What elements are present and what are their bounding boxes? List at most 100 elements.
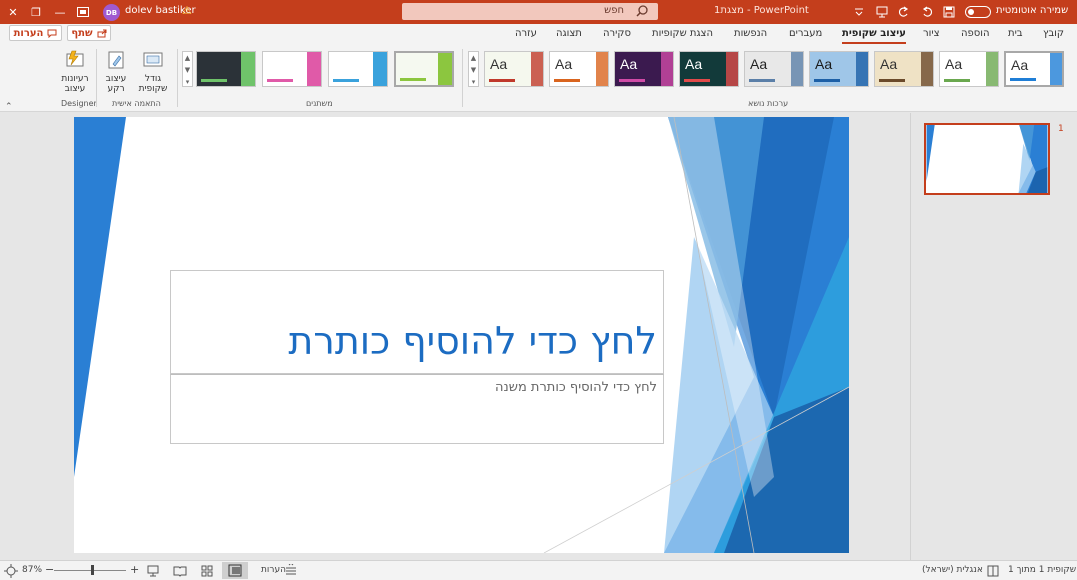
theme-accent-shape xyxy=(596,52,608,86)
theme-green-red[interactable]: Aa xyxy=(484,51,544,87)
design-ideas-button[interactable]: רעיונות עיצוב xyxy=(57,49,93,95)
tab-slideshow[interactable]: הצגת שקופיות xyxy=(652,28,713,39)
customize-icon[interactable] xyxy=(850,3,868,21)
themes-scroll[interactable]: ▲ ▼ ▾ xyxy=(468,51,479,87)
scroll-up-icon[interactable]: ▲ xyxy=(183,52,192,64)
variant-accent-shape xyxy=(241,52,255,86)
format-background-button[interactable]: עיצוב רקע xyxy=(100,49,132,95)
theme-preview-text: Aa xyxy=(750,56,768,72)
tab-view[interactable]: תצוגה xyxy=(556,28,582,39)
notes-button-label[interactable]: הערות xyxy=(261,565,286,575)
fit-to-window-icon[interactable] xyxy=(4,564,18,578)
zoom-slider[interactable] xyxy=(54,570,126,571)
scroll-up-icon[interactable]: ▲ xyxy=(469,52,478,64)
slide-canvas[interactable]: לחץ כדי להוסיף כותרת לחץ כדי להוסיף כותר… xyxy=(74,117,849,553)
theme-facet-white[interactable]: Aa xyxy=(939,51,999,87)
variant-pink[interactable] xyxy=(262,51,322,87)
undo-icon[interactable] xyxy=(919,3,937,21)
comments-button[interactable]: הערות xyxy=(9,25,62,41)
group-separator xyxy=(177,49,178,107)
theme-accent-bar xyxy=(619,79,645,82)
redo-icon[interactable] xyxy=(894,3,912,21)
zoom-slider-thumb[interactable] xyxy=(91,565,94,575)
status-bar: 87% − + הערות אנגלית (ישראל) שקופית 1 מת… xyxy=(0,560,1077,580)
variants-group-label: משתנים xyxy=(306,99,333,108)
theme-office[interactable]: Aa xyxy=(1004,51,1064,87)
slide-thumbnail[interactable] xyxy=(924,123,1050,195)
tab-transitions[interactable]: מעברים xyxy=(789,28,822,39)
group-separator xyxy=(96,49,97,107)
title-placeholder[interactable]: לחץ כדי להוסיף כותרת xyxy=(170,270,664,374)
variant-accent-shape xyxy=(438,53,452,85)
tab-review[interactable]: סקירה xyxy=(603,28,631,39)
slide-size-button[interactable]: גודל שקופית xyxy=(134,49,172,95)
theme-preview-text: Aa xyxy=(490,56,508,72)
tab-draw[interactable]: ציור xyxy=(923,28,940,39)
language-indicator[interactable]: אנגלית (ישראל) xyxy=(922,565,983,575)
normal-view-button[interactable] xyxy=(222,562,248,579)
variant-accent-shape xyxy=(307,52,321,86)
search-box[interactable]: חפש xyxy=(402,3,658,20)
format-background-label: עיצוב רקע xyxy=(105,74,127,94)
more-icon[interactable]: ▾ xyxy=(183,76,192,88)
tab-design[interactable]: עיצוב שקופית xyxy=(842,28,906,39)
theme-purple[interactable]: Aa xyxy=(614,51,674,87)
save-icon[interactable] xyxy=(940,3,958,21)
slide-thumbnail-art xyxy=(926,125,1048,193)
tab-help[interactable]: עזרה xyxy=(515,28,537,39)
autosave-toggle[interactable] xyxy=(965,6,991,18)
theme-blue-pattern[interactable]: Aa xyxy=(809,51,869,87)
minimize-icon[interactable]: — xyxy=(51,3,69,21)
theme-accent-bar xyxy=(879,79,905,82)
tab-file[interactable]: קובץ xyxy=(1043,28,1064,39)
zoom-out-button[interactable]: − xyxy=(45,563,54,576)
scroll-down-icon[interactable]: ▼ xyxy=(183,64,192,76)
theme-accent-bar xyxy=(944,79,970,82)
proofing-icon[interactable] xyxy=(986,564,1000,578)
reading-view-icon[interactable] xyxy=(173,564,187,578)
zoom-level[interactable]: 87% xyxy=(22,565,42,575)
theme-accent-shape xyxy=(531,52,543,86)
variant-accent-bar xyxy=(201,79,227,82)
collapse-ribbon-icon[interactable]: ⌃ xyxy=(5,102,13,112)
theme-white-orange[interactable]: Aa xyxy=(549,51,609,87)
restore-icon[interactable]: ❐ xyxy=(27,3,45,21)
active-tab-indicator xyxy=(842,42,906,44)
ribbon-options-icon[interactable] xyxy=(74,3,92,21)
theme-gray[interactable]: Aa xyxy=(744,51,804,87)
theme-accent-bar xyxy=(814,79,840,82)
variant-blue[interactable] xyxy=(328,51,388,87)
slide-sorter-icon[interactable] xyxy=(200,564,214,578)
theme-accent-shape xyxy=(661,52,673,86)
theme-preview-text: Aa xyxy=(945,56,963,72)
tab-insert[interactable]: הוספה xyxy=(961,28,990,39)
theme-preview-text: Aa xyxy=(685,56,703,72)
tab-home[interactable]: בית xyxy=(1008,28,1023,39)
zoom-in-button[interactable]: + xyxy=(130,563,139,576)
subtitle-placeholder-text: לחץ כדי להוסיף כותרת משנה xyxy=(495,380,657,395)
scroll-down-icon[interactable]: ▼ xyxy=(469,64,478,76)
theme-wood[interactable]: Aa xyxy=(874,51,934,87)
notes-icon[interactable] xyxy=(284,564,298,578)
design-ideas-label: רעיונות עיצוב xyxy=(61,74,89,94)
theme-dark-teal[interactable]: Aa xyxy=(679,51,739,87)
subtitle-placeholder[interactable]: לחץ כדי להוסיף כותרת משנה xyxy=(170,374,664,444)
variant-green[interactable] xyxy=(394,51,454,87)
ribbon-tabs: הערות שתף עזרה תצוגה סקירה הצגת שקופיות … xyxy=(0,24,1077,45)
theme-accent-shape xyxy=(726,52,738,86)
title-placeholder-text: לחץ כדי להוסיף כותרת xyxy=(288,319,657,363)
title-bar: ✕ ❐ — DB dolev bastiker ⚠ חפש מצגת1 - Po… xyxy=(0,0,1077,24)
more-icon[interactable]: ▾ xyxy=(469,76,478,88)
share-button[interactable]: שתף xyxy=(67,25,111,41)
tab-animations[interactable]: הנפשות xyxy=(734,28,767,39)
theme-accent-bar xyxy=(554,79,580,82)
avatar[interactable]: DB xyxy=(103,4,120,21)
variants-scroll[interactable]: ▲ ▼ ▾ xyxy=(182,51,193,87)
close-icon[interactable]: ✕ xyxy=(4,3,22,21)
slideshow-view-icon[interactable] xyxy=(146,564,160,578)
theme-accent-shape xyxy=(921,52,933,86)
theme-preview-text: Aa xyxy=(815,56,833,72)
variant-dark[interactable] xyxy=(196,51,256,87)
present-icon[interactable] xyxy=(873,3,891,21)
warning-icon[interactable]: ⚠ xyxy=(182,4,192,17)
